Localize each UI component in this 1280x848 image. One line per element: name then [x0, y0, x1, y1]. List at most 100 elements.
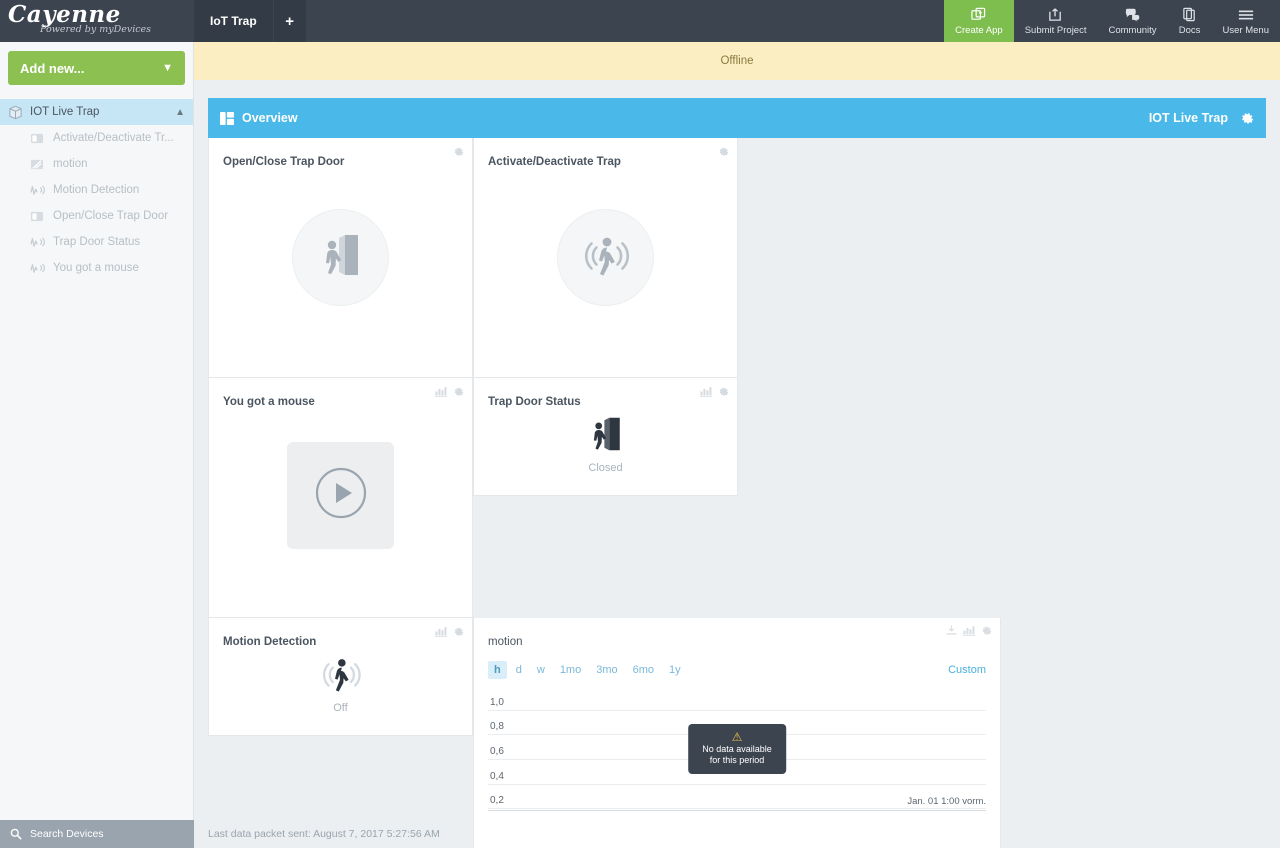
overview-title: Overview	[242, 111, 298, 125]
range-6mo[interactable]: 6mo	[627, 661, 660, 679]
gridline	[488, 784, 986, 785]
widget-grid: Open/Close Trap Door Activate/Deactivate…	[208, 138, 1001, 848]
widget-activate-deactivate-trap: Activate/Deactivate Trap	[473, 138, 738, 378]
search-placeholder: Search Devices	[30, 828, 104, 840]
actuator-icon	[30, 158, 47, 171]
chart-icon[interactable]	[700, 386, 712, 397]
nav-user-menu[interactable]: User Menu	[1212, 0, 1280, 42]
top-nav: Create App Submit Project Community Docs	[944, 0, 1280, 42]
play-icon	[315, 467, 367, 524]
create-app-icon	[971, 7, 986, 23]
range-h[interactable]: h	[488, 661, 507, 679]
sidebar-item-label: You got a mouse	[53, 262, 139, 274]
warning-triangle-icon: ⚠	[731, 729, 743, 744]
cayenne-dashboard: Cayenne Powered by myDevices IoT Trap + …	[0, 0, 1280, 848]
sidebar-item-label: Trap Door Status	[53, 236, 141, 248]
range-w[interactable]: w	[531, 661, 551, 679]
overview-title-group: Overview	[220, 111, 298, 125]
nav-create-app[interactable]: Create App	[944, 0, 1014, 42]
no-data-line1: No data available	[702, 743, 772, 754]
gear-icon[interactable]	[1240, 111, 1254, 125]
cube-icon	[8, 105, 23, 120]
y-tick-label: 0,6	[490, 746, 504, 757]
time-range-selector: h d w 1mo 3mo 6mo 1y Custom	[488, 656, 986, 684]
brand-logo[interactable]: Cayenne Powered by myDevices	[0, 0, 194, 42]
widget-motion-chart: motion h d w 1mo 3mo 6mo 1y Custom 1,0 0…	[473, 618, 1001, 848]
status-value: Off	[333, 702, 348, 714]
sidebar-item-label: motion	[53, 158, 88, 170]
no-data-line2: for this period	[709, 754, 765, 765]
gear-icon[interactable]	[718, 386, 729, 397]
main-area: Offline Overview IOT Live Trap Open/Clos…	[194, 42, 1280, 848]
nav-label: User Menu	[1222, 24, 1269, 36]
sidebar-item-motion[interactable]: motion	[0, 151, 193, 177]
range-1mo[interactable]: 1mo	[554, 661, 587, 679]
chart-plot-area: 1,0 0,8 0,6 0,4 0,2 Jan. 01 1:00 vorm. ⚠…	[488, 686, 986, 811]
widget-title: Trap Door Status	[488, 396, 581, 408]
widget-title: Motion Detection	[223, 636, 317, 648]
sidebar-item-you-got-a-mouse[interactable]: You got a mouse	[0, 255, 193, 281]
actuator-icon	[30, 132, 47, 145]
widget-motion-detection: Motion Detection Off	[208, 618, 473, 736]
add-new-label: Add new...	[20, 60, 85, 76]
add-tab-button[interactable]: +	[273, 0, 306, 42]
sidebar-device-iot-live-trap[interactable]: IOT Live Trap ▲	[0, 99, 193, 125]
nav-docs[interactable]: Docs	[1168, 0, 1212, 42]
range-3mo[interactable]: 3mo	[590, 661, 623, 679]
motion-person-icon	[317, 654, 365, 699]
gear-icon[interactable]	[981, 625, 992, 636]
motion-person-icon	[578, 232, 634, 283]
footer: Last data packet sent: August 7, 2017 5:…	[194, 820, 1280, 848]
trap-toggle-button[interactable]	[557, 209, 654, 306]
community-icon	[1125, 7, 1141, 23]
chart-icon[interactable]	[963, 625, 975, 636]
gridline	[488, 808, 986, 809]
sidebar-item-trap-door-status[interactable]: Trap Door Status	[0, 229, 193, 255]
search-devices-input[interactable]: Search Devices	[0, 820, 194, 848]
range-d[interactable]: d	[510, 661, 528, 679]
nav-label: Community	[1108, 24, 1157, 36]
widget-body: Off	[209, 654, 472, 714]
sidebar-item-label: Activate/Deactivate Tr...	[53, 132, 174, 144]
widget-body	[474, 138, 737, 377]
chart-title: motion	[488, 636, 523, 648]
no-data-tooltip: ⚠ No data available for this period	[688, 723, 786, 774]
sensor-icon	[30, 236, 47, 248]
chart-icon[interactable]	[435, 626, 447, 637]
sidebar-item-open-close-trap-door[interactable]: Open/Close Trap Door	[0, 203, 193, 229]
y-tick-label: 0,4	[490, 771, 504, 782]
nav-submit-project[interactable]: Submit Project	[1014, 0, 1098, 42]
range-1y[interactable]: 1y	[663, 661, 687, 679]
x-axis	[488, 810, 986, 811]
widget-you-got-a-mouse: You got a mouse	[208, 378, 473, 618]
sidebar-item-motion-detection[interactable]: Motion Detection	[0, 177, 193, 203]
range-custom[interactable]: Custom	[948, 664, 986, 676]
widget-tools	[700, 386, 729, 397]
widget-trap-door-status: Trap Door Status Closed	[473, 378, 738, 496]
sidebar-item-activate-deactivate-trap[interactable]: Activate/Deactivate Tr...	[0, 125, 193, 151]
nav-label: Create App	[955, 24, 1003, 36]
nav-community[interactable]: Community	[1097, 0, 1167, 42]
download-icon[interactable]	[946, 625, 957, 636]
tab-iot-trap[interactable]: IoT Trap	[194, 0, 274, 42]
dashboard-content: Overview IOT Live Trap Open/Close Trap D…	[194, 80, 1280, 848]
nav-label: Docs	[1178, 24, 1201, 36]
y-tick-label: 1,0	[490, 697, 504, 708]
widget-open-close-trap-door: Open/Close Trap Door	[208, 138, 473, 378]
status-value: Closed	[588, 462, 623, 474]
overview-header: Overview IOT Live Trap	[208, 98, 1266, 138]
brand-tagline: Powered by myDevices	[40, 24, 152, 35]
door-toggle-button[interactable]	[292, 209, 389, 306]
door-person-icon	[589, 414, 623, 459]
search-icon	[10, 828, 22, 840]
add-new-button[interactable]: Add new... ▼	[8, 51, 185, 85]
last-packet-text: Last data packet sent: August 7, 2017 5:…	[208, 828, 440, 840]
chart-tools	[946, 625, 992, 636]
y-tick-label: 0,8	[490, 721, 504, 732]
widget-body: Closed	[474, 414, 737, 474]
y-tick-label: 0,2	[490, 795, 504, 806]
chevron-down-icon: ▼	[162, 62, 173, 74]
gear-icon[interactable]	[453, 626, 464, 637]
sidebar-item-label: Motion Detection	[53, 184, 140, 196]
camera-play-area[interactable]	[287, 442, 394, 549]
